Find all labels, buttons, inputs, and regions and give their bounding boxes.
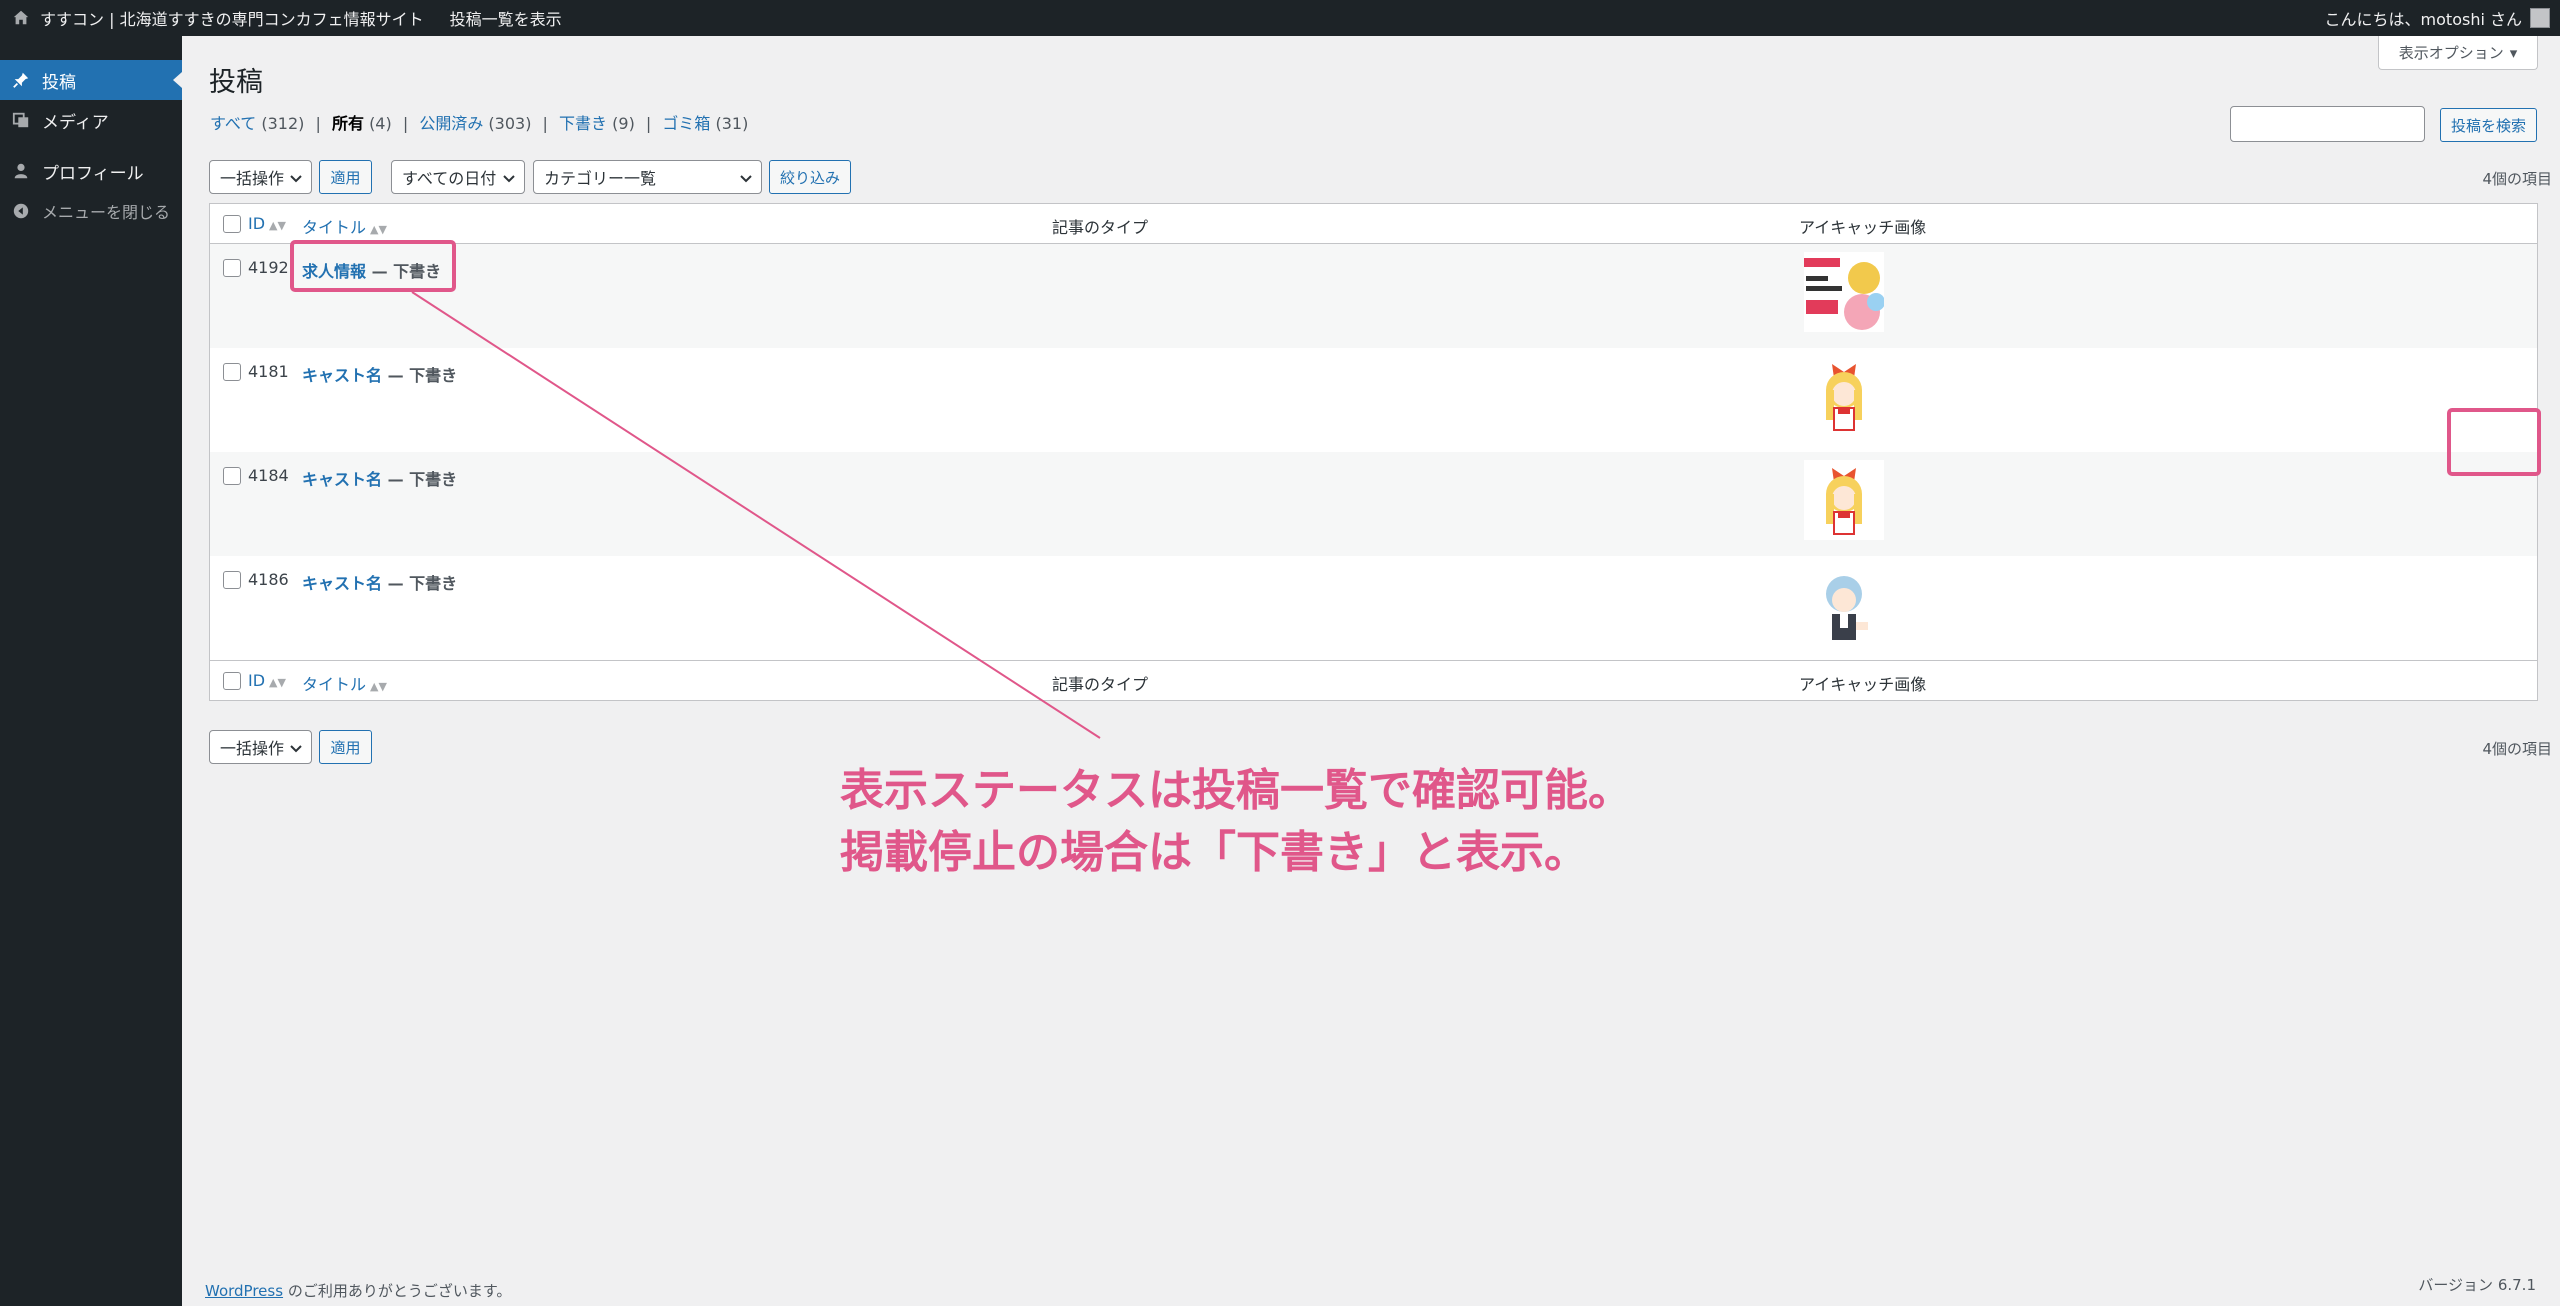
annotation-line-1: 表示ステータスは投稿一覧で確認可能。	[840, 765, 1632, 816]
annotation-line	[411, 291, 1101, 739]
annotation-text: 表示ステータスは投稿一覧で確認可能。 掲載停止の場合は「下書き」と表示。	[840, 760, 1632, 884]
annotation-line-2: 掲載停止の場合は「下書き」と表示。	[840, 827, 1588, 878]
